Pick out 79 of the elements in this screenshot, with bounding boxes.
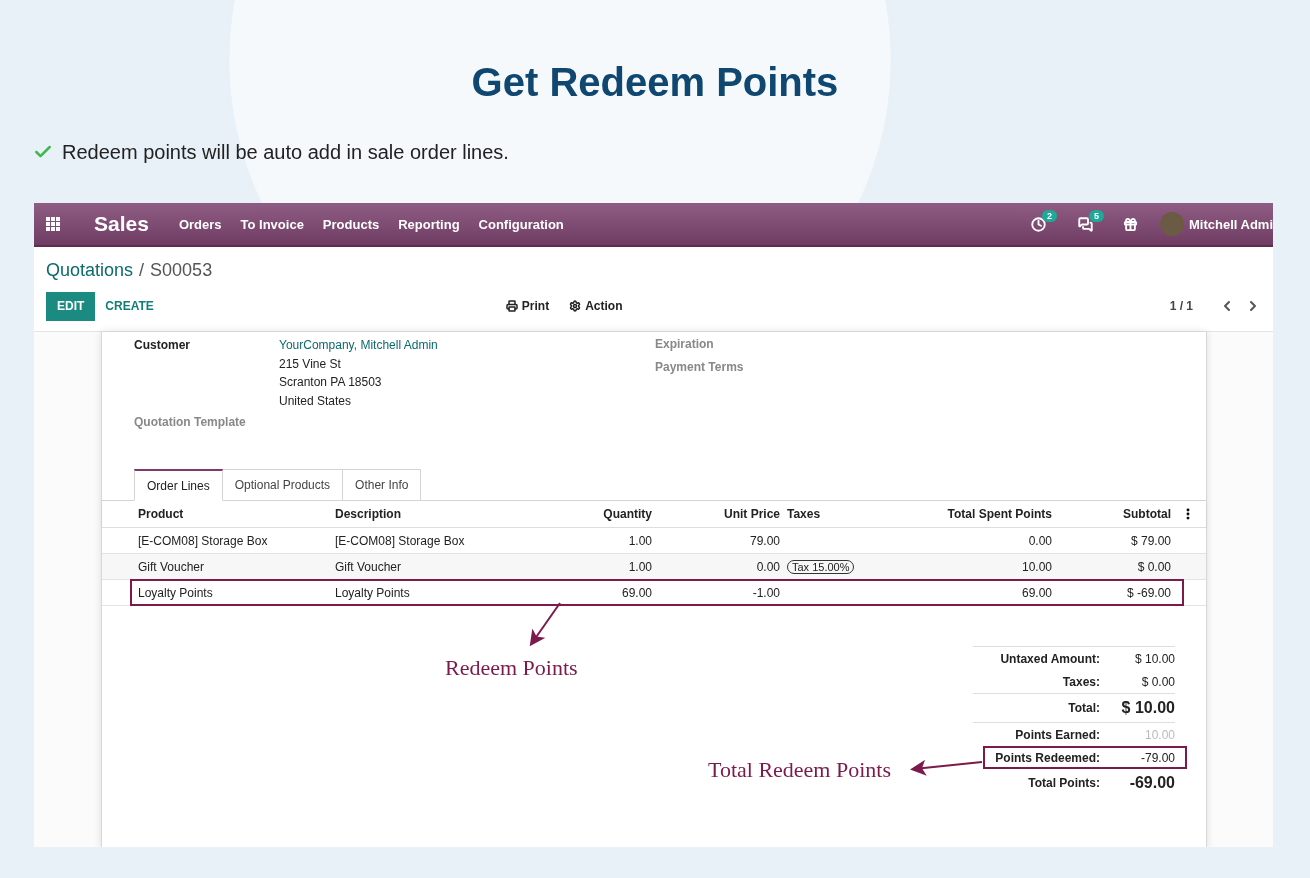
column-header[interactable]: Product [138, 507, 335, 521]
total-label: Total: [1067, 701, 1100, 715]
menu-item[interactable]: Orders [178, 216, 222, 232]
total-label: Points Earned: [1014, 727, 1100, 742]
table-cell-text: $ 79.00 [1129, 533, 1171, 548]
chat-icon[interactable] [1077, 216, 1093, 232]
breadcrumb-separator: / [139, 260, 145, 281]
table-cell-text: $ 0.00 [1136, 559, 1171, 574]
field-label: Expiration [655, 336, 715, 353]
customer-link[interactable]: YourCompany, Mitchell Admin [279, 336, 438, 355]
feature-note: Redeem points will be auto add in sale order lines. [62, 140, 509, 164]
field-label: Customer [134, 337, 191, 354]
order-line-row[interactable]: Loyalty Points Loyalty Points 69.00 -1.00 69.00 $ -69.00 [102, 580, 1206, 606]
total-value: -69.00 [1128, 774, 1175, 792]
breadcrumb-current: S00053 [150, 260, 213, 281]
field-label: Payment Terms [655, 359, 745, 376]
table-cell-text: Gift Voucher [138, 559, 206, 574]
user-name[interactable]: Mitchell Admi [1188, 216, 1273, 232]
menu-item[interactable]: Reporting [398, 216, 460, 232]
table-cell-text: 79.00 [748, 533, 780, 548]
app-name[interactable]: Sales [94, 212, 149, 236]
order-line-row[interactable]: Gift Voucher Gift Voucher 1.00 0.00 Tax 15.00% 10.00 $ 0.00 [102, 554, 1206, 580]
menu-item[interactable]: Configuration [478, 216, 564, 232]
address-line: 215 Vine St [279, 355, 342, 373]
edit-button[interactable]: EDIT [46, 291, 96, 321]
activity-icon[interactable] [1030, 216, 1046, 232]
field-label: Quotation Template [134, 415, 247, 429]
column-header[interactable]: Unit Price [652, 507, 780, 521]
form-tab[interactable]: Order Lines [134, 469, 223, 501]
table-cell-text: -1.00 [751, 585, 780, 600]
column-header[interactable]: Subtotal [1052, 507, 1171, 521]
create-button[interactable]: CREATE [99, 298, 160, 314]
total-label: Total Points: [1027, 776, 1100, 790]
total-value: $ 10.00 [1120, 699, 1175, 717]
gear-icon [569, 300, 582, 312]
column-header[interactable]: Total Spent Points [900, 507, 1052, 521]
table-cell-text: [E-COM08] Storage Box [138, 533, 269, 548]
table-cell-text: [E-COM08] Storage Box [335, 533, 466, 548]
annotation-arrow [529, 602, 561, 647]
action-button[interactable]: Action [563, 298, 629, 314]
annotation-label: Total Redeem Points [708, 757, 891, 783]
pager-counter: 1 / 1 [1169, 299, 1193, 313]
printer-icon [505, 300, 518, 312]
print-button[interactable]: Print [499, 298, 556, 314]
table-cell-text: 1.00 [627, 559, 652, 574]
form-tab[interactable]: Other Info [343, 469, 422, 501]
activity-count-badge: 2 [1041, 209, 1057, 222]
column-header[interactable]: Quantity [561, 507, 652, 521]
page-heading: Get Redeem Points [470, 59, 840, 106]
total-label: Untaxed Amount: [999, 651, 1100, 666]
total-value: -79.00 [1139, 750, 1175, 765]
table-cell-text: Loyalty Points [138, 585, 214, 600]
breadcrumb-link[interactable]: Quotations [46, 260, 134, 281]
order-line-row[interactable]: [E-COM08] Storage Box [E-COM08] Storage Box 1.00 79.00 0.00 $ 79.00 [102, 528, 1206, 554]
total-value: $ 10.00 [1133, 651, 1175, 666]
table-cell-text: 69.00 [620, 585, 652, 600]
total-label: Points Redeemed: [994, 750, 1100, 765]
total-value: $ 0.00 [1140, 674, 1175, 689]
table-cell-text: Loyalty Points [335, 585, 411, 600]
menu-item[interactable]: To Invoice [240, 216, 304, 232]
annotation-label: Redeem Points [445, 655, 578, 681]
address-line: Scranton PA 18503 [279, 374, 383, 391]
gift-icon[interactable] [1122, 216, 1138, 232]
column-header[interactable]: Taxes [780, 507, 900, 521]
table-cell-text: 10.00 [1020, 559, 1052, 574]
table-cell-text: 1.00 [627, 533, 652, 548]
total-value: 10.00 [1143, 727, 1175, 742]
table-cell-text: 0.00 [1027, 533, 1052, 548]
menu-item[interactable]: Products [322, 216, 380, 232]
table-cell-text: $ -69.00 [1125, 585, 1171, 600]
table-cell-text: 69.00 [1020, 585, 1052, 600]
table-cell-text: 0.00 [755, 559, 780, 574]
apps-menu-icon[interactable] [46, 217, 60, 231]
total-label: Taxes: [1061, 674, 1100, 689]
column-header[interactable]: Description [335, 507, 561, 521]
address-line: United States [279, 392, 353, 410]
form-tab[interactable]: Optional Products [222, 469, 344, 501]
message-count-badge: 5 [1088, 209, 1104, 222]
table-cell-text: Gift Voucher [335, 559, 403, 574]
